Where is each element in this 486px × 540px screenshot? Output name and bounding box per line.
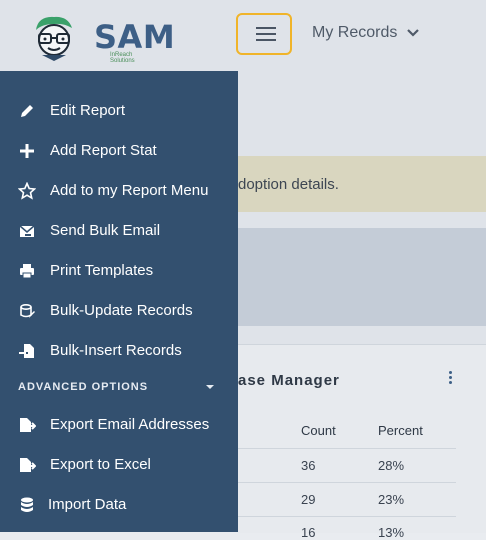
menu-item-label: Edit Report <box>50 102 126 119</box>
table-cell-percent: 28% <box>378 458 405 473</box>
database-icon <box>21 497 33 512</box>
sidebar-menu: Edit Report Add Report Stat Add to my Re… <box>0 71 238 532</box>
mascot-face-icon <box>36 16 72 61</box>
menu-item-bulk-insert-records[interactable]: Bulk-Insert Records <box>0 333 238 369</box>
top-bar: SAM InReach Solutions My Records <box>0 0 486 71</box>
menu-item-label: Bulk-Update Records <box>50 302 193 319</box>
brand-subtitle: InReach Solutions <box>110 52 135 64</box>
row-divider <box>238 448 456 449</box>
table-cell-percent: 13% <box>378 525 405 540</box>
my-records-dropdown[interactable]: My Records <box>312 24 397 42</box>
menu-item-label: Bulk-Insert Records <box>50 342 182 359</box>
table-cell-count: 29 <box>301 492 316 507</box>
menu-item-label: Export Email Addresses <box>50 416 210 433</box>
star-icon <box>18 182 36 200</box>
table-cell-percent: 23% <box>378 492 405 507</box>
menu-item-bulk-update-records[interactable]: Bulk-Update Records <box>0 293 238 329</box>
row-divider <box>238 482 456 483</box>
hamburger-bar <box>256 33 276 35</box>
menu-item-label: Send Bulk Email <box>50 222 161 239</box>
row-divider <box>238 516 456 517</box>
menu-item-print-templates[interactable]: Print Templates <box>0 253 238 289</box>
menu-item-send-bulk-email[interactable]: Send Bulk Email <box>0 213 238 249</box>
menu-toggle-button[interactable] <box>236 13 292 55</box>
file-export-icon <box>20 418 36 432</box>
menu-item-add-to-report-menu[interactable]: Add to my Report Menu <box>0 173 238 209</box>
menu-item-export-to-excel[interactable]: Export to Excel <box>0 447 238 483</box>
chevron-down-icon[interactable] <box>205 382 215 392</box>
card-title: ase Manager <box>238 372 340 389</box>
menu-item-export-email-addresses[interactable]: Export Email Addresses <box>0 407 238 443</box>
table-cell-count: 16 <box>301 525 316 540</box>
menu-item-label: Add Report Stat <box>50 142 157 159</box>
file-import-icon <box>19 344 34 358</box>
menu-item-import-data[interactable]: Import Data <box>0 487 238 523</box>
menu-item-label: Import Data <box>48 496 127 513</box>
chevron-down-icon[interactable] <box>406 26 420 40</box>
brand-name: SAM <box>94 18 176 56</box>
printer-icon <box>20 264 34 279</box>
sam-logo[interactable]: SAM InReach Solutions <box>28 14 175 64</box>
email-send-icon <box>19 225 35 237</box>
hamburger-bar <box>256 27 276 29</box>
menu-item-label: Print Templates <box>50 262 154 279</box>
file-export-icon <box>20 458 36 472</box>
menu-item-add-report-stat[interactable]: Add Report Stat <box>0 133 238 169</box>
notice-banner: doption details. <box>238 156 486 212</box>
menu-item-label: Add to my Report Menu <box>50 182 209 199</box>
plus-icon <box>20 144 34 158</box>
column-header-percent[interactable]: Percent <box>378 423 423 438</box>
menu-item-label: Export to Excel <box>50 456 151 473</box>
pencil-icon <box>21 105 33 117</box>
more-options-icon[interactable] <box>448 371 454 389</box>
database-edit-icon <box>20 303 35 318</box>
column-header-count[interactable]: Count <box>301 423 336 438</box>
notice-text: doption details. <box>238 176 339 193</box>
menu-item-edit-report[interactable]: Edit Report <box>0 93 238 129</box>
advanced-options-header[interactable]: ADVANCED OPTIONS <box>18 381 148 393</box>
info-panel <box>238 228 486 326</box>
table-cell-count: 36 <box>301 458 316 473</box>
hamburger-bar <box>256 39 276 41</box>
